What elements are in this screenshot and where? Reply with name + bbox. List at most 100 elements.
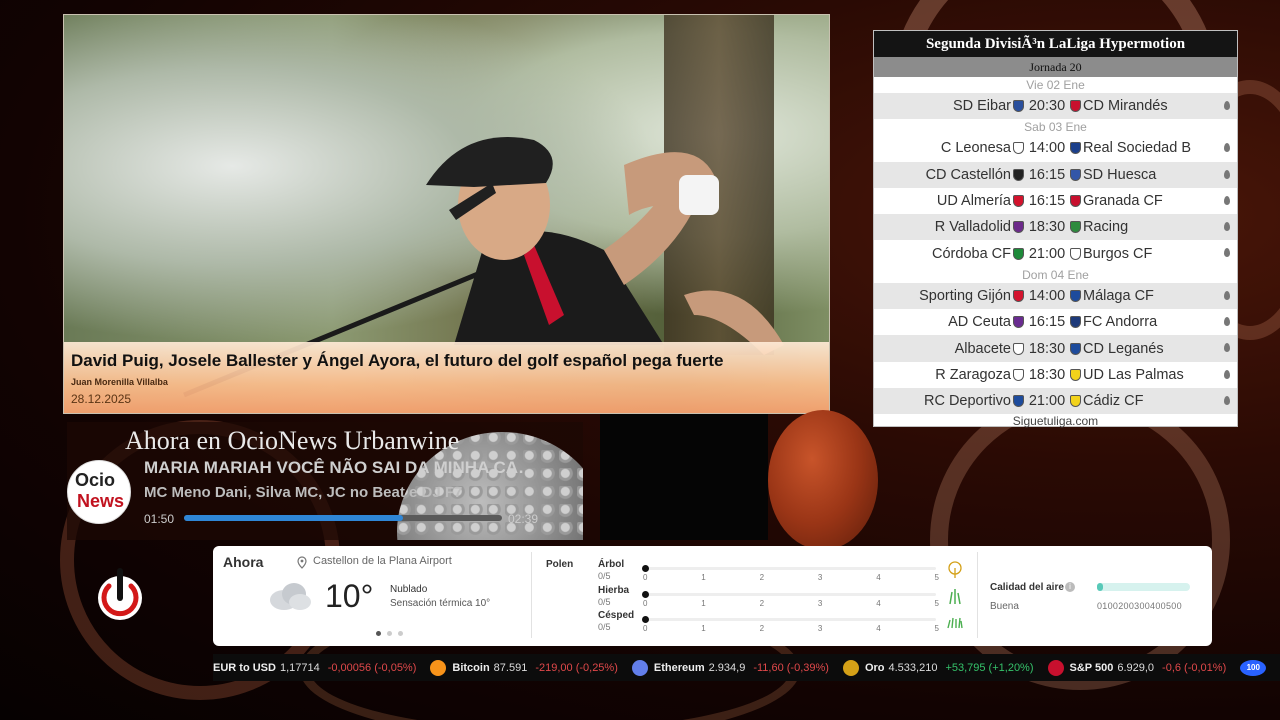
bitcoin-icon — [430, 659, 447, 676]
location-pin-icon[interactable] — [1224, 290, 1230, 300]
weather-condition: Nublado — [390, 584, 428, 595]
tv-icon: 100 — [1240, 659, 1267, 676]
pollen-scale-tick: 1 — [701, 624, 706, 633]
info-icon[interactable]: i — [1065, 582, 1075, 592]
home-team-crest — [1013, 142, 1024, 155]
location-pin-icon[interactable] — [1224, 195, 1230, 205]
air-quality-scale: 0100200300400500 — [1097, 601, 1182, 611]
location-pin-icon[interactable] — [1224, 143, 1230, 153]
match-row[interactable]: UD Almería 16:15 Granada CF — [874, 188, 1237, 214]
pollen-scale: 0 1 2 3 4 5 — [643, 624, 939, 633]
grass-icon — [949, 589, 961, 605]
progress-bar[interactable] — [184, 515, 502, 521]
location-pin-icon[interactable] — [1224, 248, 1230, 258]
away-team-crest — [1070, 100, 1081, 113]
air-quality-label: Calidad del aire — [990, 582, 1064, 593]
home-team-crest — [1013, 168, 1024, 181]
ocionews-logo: Ocio News — [67, 460, 131, 524]
match-row[interactable]: AD Ceuta 16:15 FC Andorra — [874, 309, 1237, 335]
away-team: Cádiz CF — [1083, 393, 1144, 410]
ticker-name: S&P 500 — [1069, 661, 1114, 674]
match-time: 14:00 — [1028, 140, 1066, 157]
location-pin-icon[interactable] — [1224, 369, 1230, 379]
ticker-change: -0,00056 (-0,05%) — [327, 661, 417, 674]
location-pin-icon[interactable] — [1224, 317, 1230, 327]
match-row[interactable]: CD Castellón 16:15 SD Huesca — [874, 161, 1237, 188]
match-time: 20:30 — [1028, 98, 1066, 115]
pollen-scale-tick: 1 — [701, 598, 706, 608]
gold-icon — [842, 659, 859, 676]
league-source-link[interactable]: Siguetuliga.com — [874, 414, 1237, 429]
ticker-name: Bitcoin — [452, 661, 490, 674]
away-team: Málaga CF — [1083, 287, 1154, 304]
song-title: MARIA MARIAH VOCÊ NÃO SAI DA MINHA CABEÇ… — [144, 458, 544, 477]
home-team-crest — [1013, 368, 1024, 381]
match-row[interactable]: RC Deportivo 21:00 Cádiz CF — [874, 387, 1237, 415]
match-row[interactable]: SD Eibar 20:30 CD Mirandés — [874, 93, 1237, 120]
video-placeholder — [600, 414, 768, 540]
pollen-scale-tick: 0 — [643, 573, 648, 582]
match-row[interactable]: R Valladolid 18:30 Racing — [874, 214, 1237, 241]
home-team-crest — [1013, 316, 1024, 329]
home-team: RC Deportivo — [923, 393, 1011, 410]
location-pin-icon[interactable] — [1224, 222, 1230, 232]
carousel-dot[interactable] — [398, 631, 403, 636]
home-team: Albacete — [954, 340, 1011, 357]
location-pin-icon[interactable] — [1224, 101, 1230, 110]
away-team-crest — [1070, 142, 1081, 155]
power-icon[interactable] — [95, 565, 145, 623]
weather-location[interactable]: Castellon de la Plana Airport — [313, 555, 452, 567]
sp500-icon — [1047, 659, 1064, 676]
pollen-row: Césped 0/5 0 1 2 3 4 5 — [598, 610, 958, 635]
league-fixtures-widget: Segunda DivisiÃ³n LaLiga Hypermotion Jor… — [873, 30, 1238, 429]
current-time: 01:50 — [144, 512, 175, 526]
ticker-item[interactable]: S&P 500 6.929,0 -0,6 (-0,01%) — [1047, 659, 1226, 676]
home-team: R Zaragoza — [935, 366, 1011, 383]
progress-fill — [184, 515, 404, 521]
ticker-item[interactable]: Oro 4.533,210 +53,795 (+1,20%) — [842, 659, 1034, 676]
pollen-type: Árbol — [598, 559, 625, 570]
news-date: 28.12.2025 — [71, 392, 132, 406]
match-row[interactable]: Córdoba CF 21:00 Burgos CF — [874, 240, 1237, 266]
match-row[interactable]: C Leonesa 14:00 Real Sociedad B — [874, 135, 1237, 161]
match-time: 21:00 — [1028, 393, 1066, 410]
location-pin-icon[interactable] — [1224, 395, 1230, 405]
pollen-track — [644, 567, 936, 570]
fixtures-list: Vie 02 Ene SD Eibar 20:30 CD Mirandés Sab 03… — [874, 77, 1237, 415]
news-card[interactable]: David Puig, Josele Ballester y Ángel Ayo… — [63, 14, 830, 414]
away-team-crest — [1070, 221, 1081, 234]
pollen-scale-tick: 3 — [817, 624, 823, 633]
ticker-price: 87.591 — [493, 661, 528, 674]
away-team-crest — [1070, 289, 1081, 302]
carousel-dot[interactable] — [376, 631, 381, 636]
ticker-change: -219,00 (-0,25%) — [535, 661, 618, 674]
ticker-item[interactable]: 100 — [1240, 659, 1272, 676]
cloud-icon — [270, 583, 311, 610]
match-row[interactable]: Sporting Gijón 14:00 Málaga CF — [874, 282, 1237, 310]
pollen-track — [644, 618, 936, 621]
news-title[interactable]: David Puig, Josele Ballester y Ángel Ayo… — [71, 351, 723, 371]
home-team-crest — [1013, 395, 1024, 408]
weather-widget: Ahora Castellon de la Plana Airport 10° … — [213, 546, 1212, 646]
ticker-item[interactable]: EUR to USD 1,17714 -0,00056 (-0,05%) — [213, 662, 416, 674]
pollen-scale-tick: 3 — [817, 598, 823, 608]
location-pin-icon[interactable] — [1224, 343, 1230, 353]
location-pin-icon[interactable] — [1224, 169, 1230, 179]
carousel-dot[interactable] — [387, 631, 392, 636]
home-team-crest — [1013, 195, 1024, 208]
news-author: Juan Morenilla Villalba — [71, 377, 168, 387]
match-time: 18:30 — [1028, 366, 1066, 383]
home-team: CD Castellón — [925, 166, 1011, 183]
match-row[interactable]: Albacete 18:30 CD Leganés — [874, 335, 1237, 362]
carousel-dots[interactable] — [376, 631, 403, 636]
weather-now-label: Ahora — [223, 554, 264, 570]
ticker-item[interactable]: Bitcoin 87.591 -219,00 (-0,25%) — [430, 659, 618, 676]
lawn-icon — [947, 617, 963, 629]
match-row[interactable]: R Zaragoza 18:30 UD Las Palmas — [874, 362, 1237, 388]
ticker-item[interactable]: Ethereum 2.934,9 -11,60 (-0,39%) — [631, 659, 829, 676]
away-team: CD Mirandés — [1083, 98, 1168, 115]
away-team: UD Las Palmas — [1083, 366, 1184, 383]
ticker-name: EUR to USD — [213, 661, 276, 674]
pollen-value: 0/5 — [598, 571, 611, 581]
match-time: 14:00 — [1028, 287, 1066, 304]
